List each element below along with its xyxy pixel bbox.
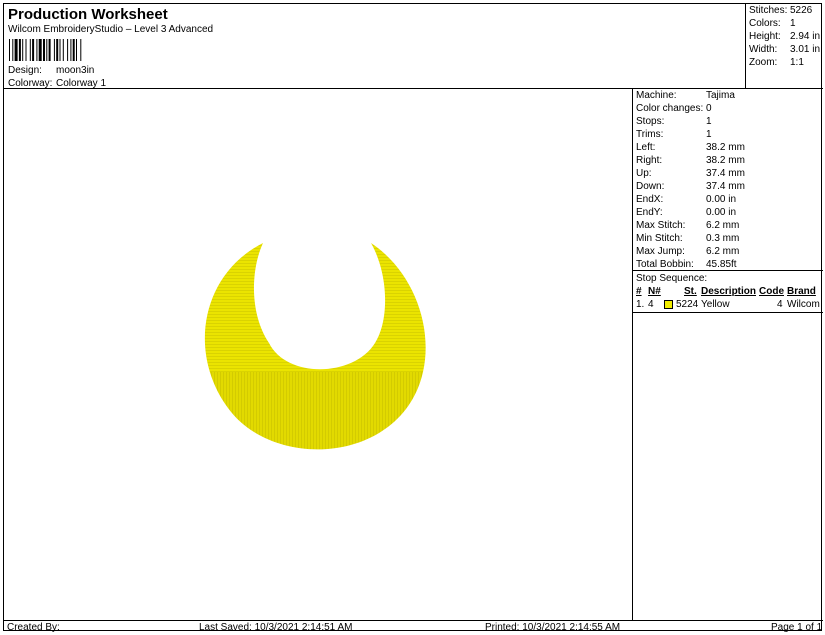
col-header-stitches: St. <box>684 286 697 297</box>
machine-info-value: 0.3 mm <box>706 233 740 244</box>
machine-info-value: 1 <box>706 129 712 140</box>
machine-info-value: 38.2 mm <box>706 142 745 153</box>
machine-info-panel: Machine: Tajima Color changes: 0 Stops: 1 Trim… <box>633 89 823 620</box>
stat-zoom: Zoom: 1:1 <box>749 57 804 68</box>
machine-info-row: Trims: 1 <box>636 129 712 140</box>
machine-info-label: Up: <box>636 168 652 179</box>
colorway-label: Colorway: <box>8 78 53 89</box>
col-header-description: Description <box>701 286 757 297</box>
crescent-moon-design <box>204 243 426 450</box>
color-swatch <box>664 300 673 309</box>
machine-info-value: 6.2 mm <box>706 246 740 257</box>
design-value: moon3in <box>56 65 95 76</box>
machine-info-row: EndY: 0.00 in <box>636 207 736 218</box>
machine-info-label: Right: <box>636 155 663 166</box>
design-preview <box>4 89 633 620</box>
barcode-image <box>9 39 82 61</box>
stat-value: 2.94 in <box>790 31 821 42</box>
row-index: 1. <box>636 299 645 310</box>
machine-info-value: 0.00 in <box>706 194 737 205</box>
machine-info-row: EndX: 0.00 in <box>636 194 736 205</box>
machine-info-label: EndX: <box>636 194 664 205</box>
machine-info-label: Min Stitch: <box>636 233 683 244</box>
machine-info-label: Total Bobbin: <box>636 259 694 270</box>
machine-info-value: 45.85ft <box>706 259 737 270</box>
software-name: Wilcom EmbroideryStudio – Level 3 Advanc… <box>8 24 214 35</box>
stat-label: Height: <box>749 31 781 42</box>
row-code: 4 <box>777 299 783 310</box>
machine-info-label: Color changes: <box>636 103 704 114</box>
machine-info-row: Stops: 1 <box>636 116 712 127</box>
machine-info-value: 1 <box>706 116 712 127</box>
design-label: Design: <box>8 65 42 76</box>
stat-value: 3.01 in <box>790 44 821 55</box>
colorway-row: Colorway: Colorway 1 <box>8 78 106 89</box>
machine-info-label: Max Stitch: <box>636 220 686 231</box>
stat-width: Width: 3.01 in <box>749 44 820 55</box>
col-header-code: Code <box>759 286 784 297</box>
machine-info-label: EndY: <box>636 207 663 218</box>
stop-sequence-title: Stop Sequence: <box>636 273 708 284</box>
design-row: Design: moon3in <box>8 65 94 76</box>
divider <box>633 312 823 313</box>
col-header-needle: N# <box>648 286 661 297</box>
machine-info-value: Tajima <box>706 90 735 101</box>
col-header-index: # <box>636 286 642 297</box>
machine-info-value: 0.00 in <box>706 207 737 218</box>
machine-info-row: Total Bobbin: 45.85ft <box>636 259 737 270</box>
created-by: Created By: <box>7 622 60 633</box>
stat-label: Zoom: <box>749 57 778 68</box>
stat-value: 1:1 <box>790 57 804 68</box>
machine-info-row: Machine: Tajima <box>636 90 735 101</box>
stat-label: Stitches: <box>749 5 788 16</box>
stat-label: Colors: <box>749 18 781 29</box>
machine-info-row: Left: 38.2 mm <box>636 142 745 153</box>
row-brand: Wilcom <box>787 299 820 310</box>
stat-stitches: Stitches: 5226 <box>749 5 812 16</box>
stat-value: 1 <box>790 18 796 29</box>
machine-info-value: 38.2 mm <box>706 155 745 166</box>
printed-date: Printed: 10/3/2021 2:14:55 AM <box>485 622 621 633</box>
machine-info-label: Machine: <box>636 90 677 101</box>
machine-info-label: Max Jump: <box>636 246 685 257</box>
machine-info-row: Up: 37.4 mm <box>636 168 745 179</box>
last-saved: Last Saved: 10/3/2021 2:14:51 AM <box>199 622 353 633</box>
machine-info-label: Left: <box>636 142 656 153</box>
machine-info-label: Down: <box>636 181 665 192</box>
machine-info-row: Right: 38.2 mm <box>636 155 745 166</box>
divider <box>633 270 823 271</box>
row-needle: 4 <box>648 299 654 310</box>
machine-info-row: Down: 37.4 mm <box>636 181 745 192</box>
colorway-value: Colorway 1 <box>56 78 107 89</box>
machine-info-value: 37.4 mm <box>706 168 745 179</box>
machine-info-label: Trims: <box>636 129 664 140</box>
col-header-brand: Brand <box>787 286 816 297</box>
stat-value: 5226 <box>790 5 813 16</box>
page-title: Production Worksheet <box>8 6 168 23</box>
page-number: Page 1 of 1 <box>771 622 823 633</box>
row-description: Yellow <box>701 299 730 310</box>
machine-info-row: Max Stitch: 6.2 mm <box>636 220 739 231</box>
machine-info-value: 0 <box>706 103 712 114</box>
machine-info-row: Min Stitch: 0.3 mm <box>636 233 739 244</box>
stat-height: Height: 2.94 in <box>749 31 820 42</box>
machine-info-value: 37.4 mm <box>706 181 745 192</box>
stat-colors: Colors: 1 <box>749 18 796 29</box>
worksheet-header: Production Worksheet Wilcom EmbroiderySt… <box>4 4 823 89</box>
stat-label: Width: <box>749 44 778 55</box>
machine-info-label: Stops: <box>636 116 665 127</box>
worksheet-frame: Production Worksheet Wilcom EmbroiderySt… <box>3 3 823 633</box>
row-stitches: 5224 <box>676 299 699 310</box>
machine-info-value: 6.2 mm <box>706 220 740 231</box>
worksheet-footer: Created By: Last Saved: 10/3/2021 2:14:5… <box>4 620 823 633</box>
machine-info-row: Color changes: 0 <box>636 103 712 114</box>
stats-panel: Stitches: 5226 Colors: 1 Height: 2.94 in Wi… <box>745 4 823 89</box>
machine-info-row: Max Jump: 6.2 mm <box>636 246 739 257</box>
